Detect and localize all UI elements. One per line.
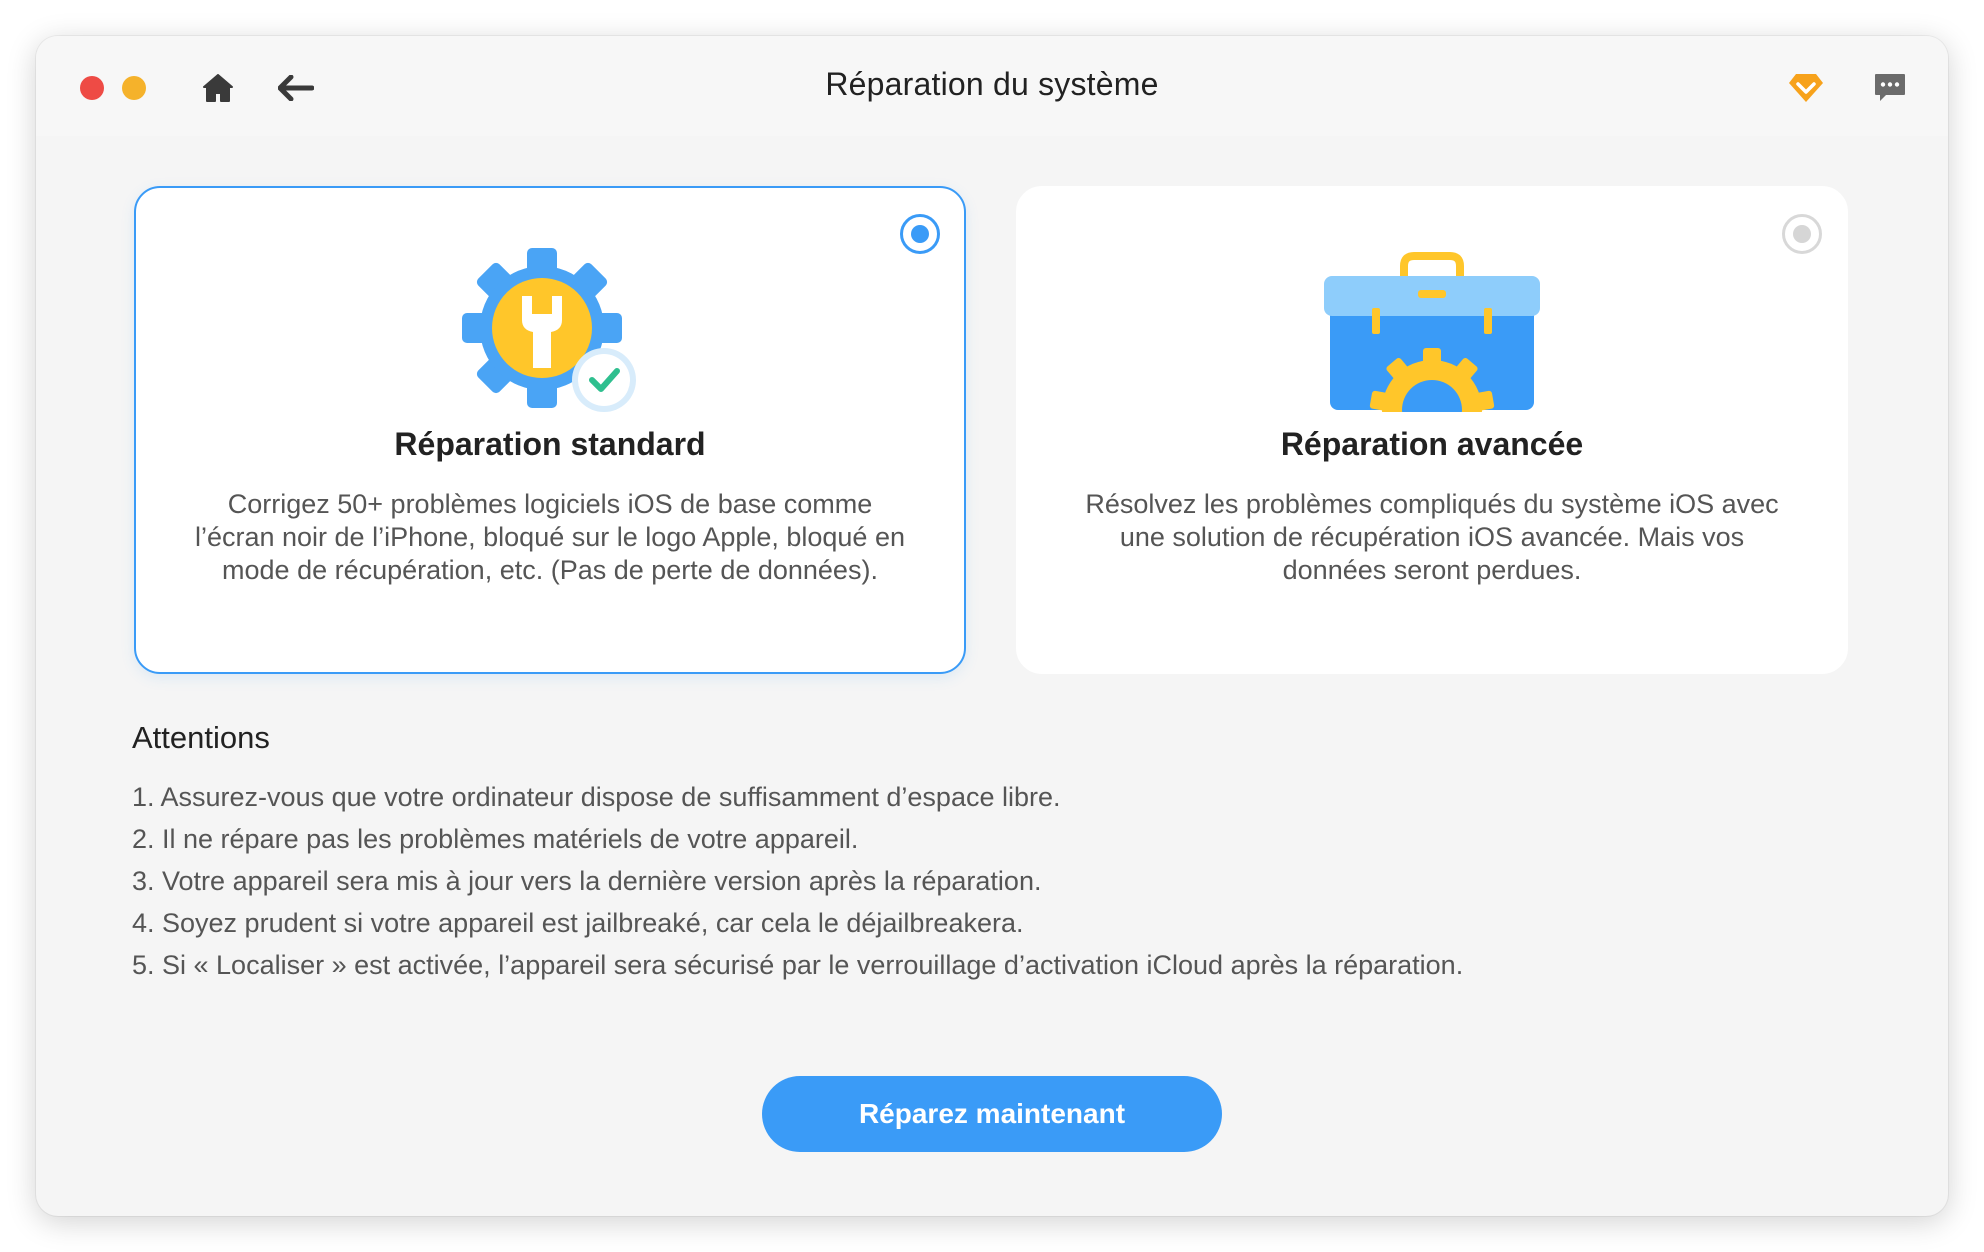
advanced-repair-illustration: [1322, 248, 1542, 460]
attention-item: 2. Il ne répare pas les problèmes matéri…: [132, 824, 859, 854]
attentions-list: 1. Assurez-vous que votre ordinateur dis…: [132, 776, 1463, 986]
app-window: Réparation du système Réparation standar…: [36, 36, 1948, 1216]
repair-now-button[interactable]: Réparez maintenant: [762, 1076, 1222, 1152]
feedback-button[interactable]: [1868, 66, 1912, 110]
standard-repair-card[interactable]: Réparation standard Corrigez 50+ problèm…: [134, 186, 966, 674]
attention-item: 1. Assurez-vous que votre ordinateur dis…: [132, 782, 1061, 812]
toolbox-gear-icon: [1322, 252, 1542, 460]
standard-repair-radio[interactable]: [900, 214, 940, 254]
title-bar: Réparation du système: [36, 36, 1948, 136]
advanced-repair-title: Réparation avancée: [1280, 426, 1584, 462]
standard-repair-title: Réparation standard: [394, 426, 706, 462]
attention-item: 3. Votre appareil sera mis à jour vers l…: [132, 866, 1042, 896]
diamond-icon: [1789, 74, 1823, 102]
gear-wrench-check-icon: [462, 248, 636, 412]
attentions-heading: Attentions: [132, 720, 270, 755]
standard-repair-illustration: [460, 248, 640, 423]
premium-button[interactable]: [1784, 66, 1828, 110]
chat-bubble-icon: [1875, 74, 1905, 101]
advanced-repair-description: Résolvez les problèmes compliqués du sys…: [1085, 489, 1779, 585]
advanced-repair-radio[interactable]: [1782, 214, 1822, 254]
standard-repair-description: Corrigez 50+ problèmes logiciels iOS de …: [194, 489, 905, 585]
attention-item: 5. Si « Localiser » est activée, l’appar…: [132, 950, 1464, 980]
advanced-repair-card[interactable]: Réparation avancée Résolvez les problème…: [1016, 186, 1848, 674]
attention-item: 4. Soyez prudent si votre appareil est j…: [132, 908, 1024, 938]
window-title: Réparation du système: [825, 66, 1159, 102]
